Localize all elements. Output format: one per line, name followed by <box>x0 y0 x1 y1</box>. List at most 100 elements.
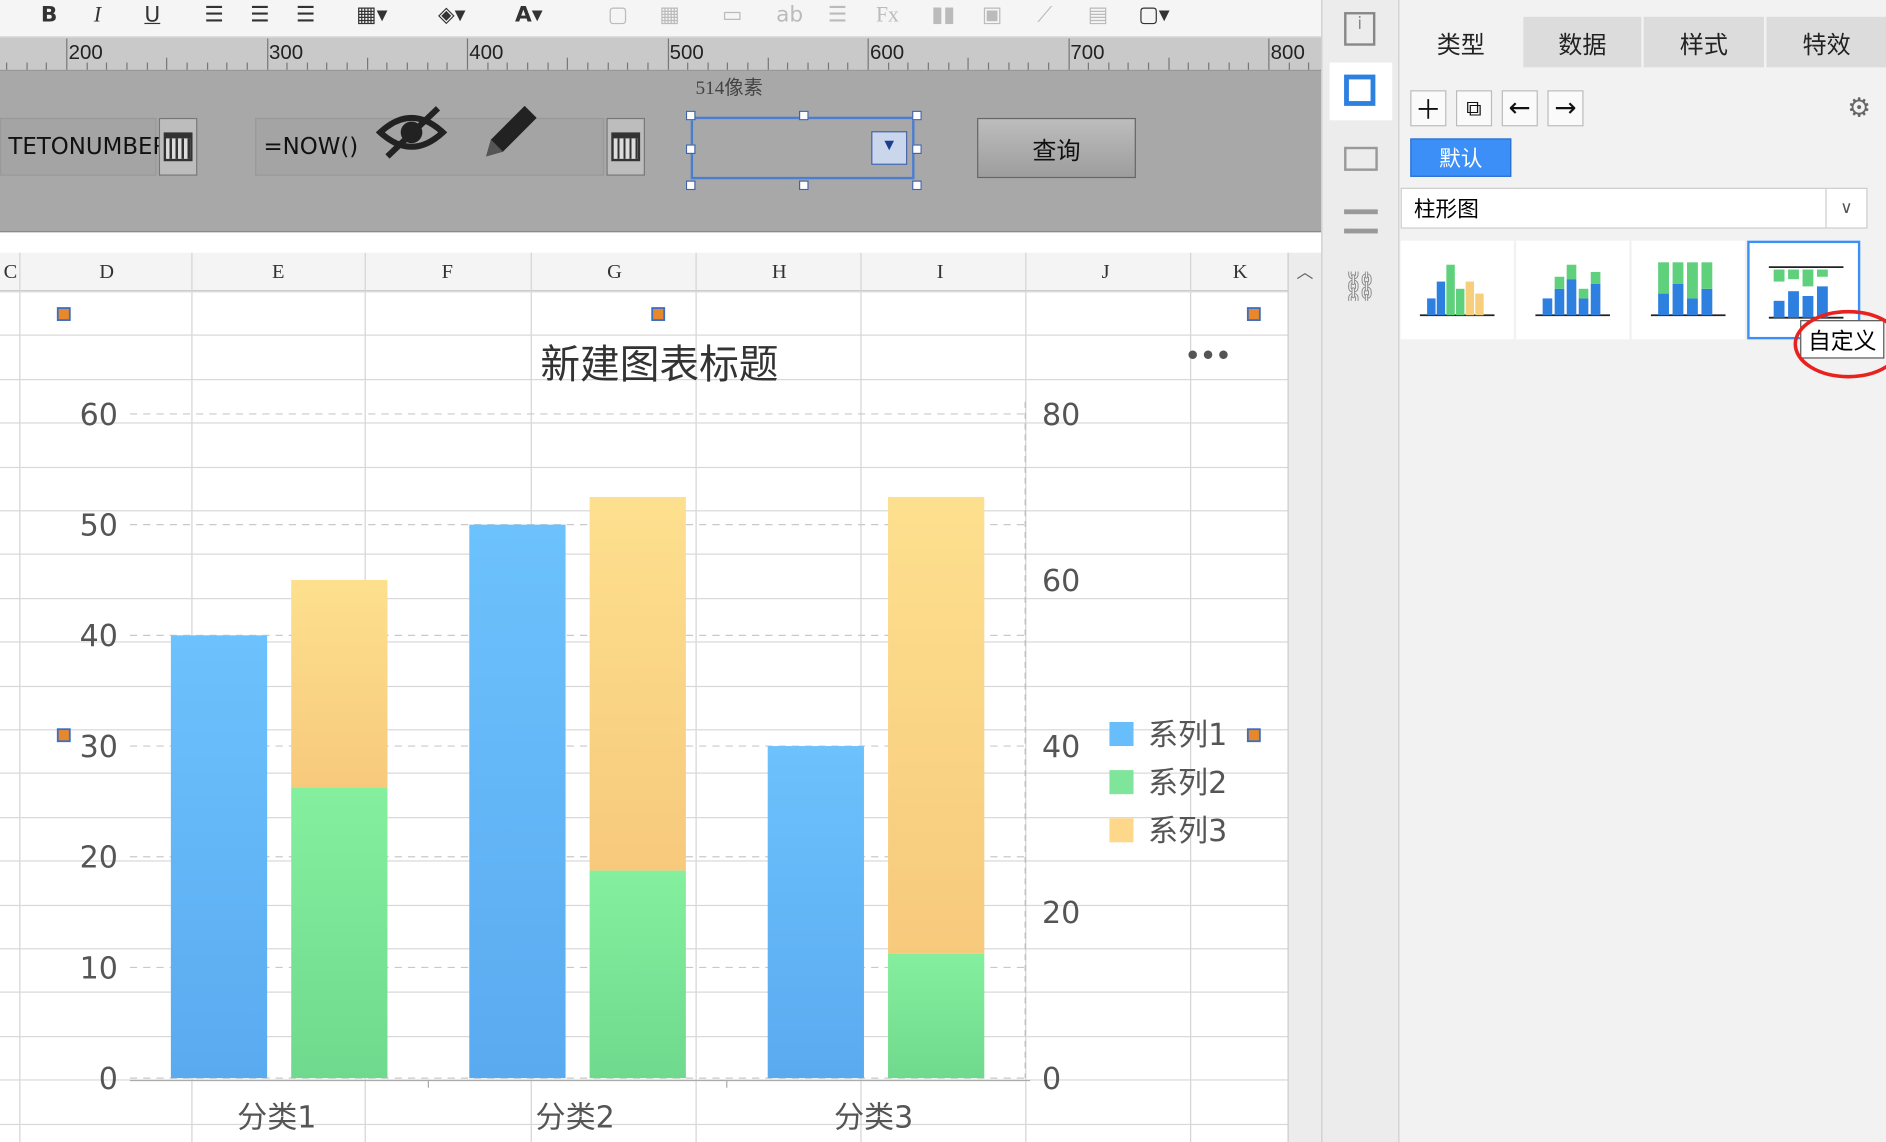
list-icon[interactable]: ☰ <box>828 2 847 31</box>
bar[interactable] <box>469 524 566 1079</box>
tab-style[interactable]: 样式 <box>1643 16 1765 68</box>
underline-icon[interactable]: U <box>144 2 160 31</box>
chart-handle[interactable] <box>651 307 666 321</box>
y-tick-label-left: 40 <box>80 619 118 654</box>
legend-label[interactable]: 系列3 <box>1148 814 1227 849</box>
fill-color-icon[interactable]: ◈▾ <box>438 2 466 31</box>
insert-chart-icon[interactable]: ▮▮ <box>931 2 955 31</box>
chart-type-select[interactable]: 柱形图 ∨ <box>1400 187 1868 229</box>
thumb-bar <box>1816 269 1828 277</box>
column-label: G <box>607 259 622 283</box>
grid-row-line <box>0 291 1288 293</box>
insert-cell-icon[interactable]: ▢ <box>608 2 628 31</box>
formula-icon[interactable]: Fx <box>876 2 899 31</box>
frame-icon[interactable]: ▢▾ <box>1138 2 1169 31</box>
condition-icon[interactable] <box>1344 209 1378 234</box>
default-chart-tag[interactable]: 默认 <box>1410 138 1512 177</box>
bar[interactable] <box>170 635 268 1079</box>
thumb-bar <box>1455 288 1465 316</box>
widget-attr-icon[interactable] <box>1344 146 1378 171</box>
arrow-left-icon[interactable]: ← <box>1501 90 1538 127</box>
ruler-minor-tick <box>827 62 829 70</box>
resize-handle <box>798 110 809 121</box>
align-left-icon[interactable]: ☰ <box>205 2 224 31</box>
insert-image-icon[interactable]: ▣ <box>982 2 1002 31</box>
tab-effects[interactable]: 特效 <box>1766 16 1886 68</box>
gear-icon[interactable]: ⚙ <box>1841 90 1877 126</box>
y-tick-label-right: 0 <box>1042 1062 1061 1097</box>
ruler-minor-tick <box>426 62 428 70</box>
sub-report-icon[interactable]: ▤ <box>1088 2 1108 31</box>
legend-label[interactable]: 系列2 <box>1148 766 1227 801</box>
ruler-minor-tick <box>146 62 148 70</box>
bar[interactable] <box>888 953 985 1079</box>
column-label: H <box>771 259 787 283</box>
column-label: K <box>1232 259 1248 283</box>
pencil-icon[interactable] <box>477 99 544 166</box>
column-label: J <box>1101 259 1110 283</box>
link-icon[interactable]: ⛓ <box>1342 270 1379 304</box>
ruler-minor-tick <box>907 62 909 70</box>
text-widget-icon[interactable]: ab <box>776 2 803 31</box>
vertical-scrollbar[interactable]: ︿ <box>1287 252 1322 1142</box>
ruler-minor-tick <box>1248 62 1250 70</box>
widget-icon[interactable]: ▭ <box>722 2 742 31</box>
ruler-minor-tick <box>1027 62 1030 70</box>
selected-combo-widget[interactable]: ▾ <box>690 116 915 180</box>
align-right-icon[interactable]: ☰ <box>296 2 315 31</box>
chevron-down-icon[interactable]: ∨ <box>1825 188 1866 228</box>
ruler-minor-tick <box>767 57 769 70</box>
ruler-minor-tick <box>26 62 28 70</box>
calendar-icon[interactable] <box>158 117 198 176</box>
ruler-minor-tick <box>166 57 168 70</box>
ruler-minor-tick <box>1087 62 1090 70</box>
y-tick-label-left: 0 <box>99 1062 118 1097</box>
chart-attr-icon[interactable] <box>1344 74 1376 106</box>
cell-attr-icon[interactable]: i <box>1344 12 1376 46</box>
legend-label[interactable]: 系列1 <box>1148 718 1227 753</box>
copy-icon[interactable]: ⧉ <box>1455 90 1493 127</box>
ruler-minor-tick <box>807 62 809 70</box>
bold-icon[interactable]: B <box>41 2 58 31</box>
dropdown-arrow-icon[interactable]: ▾ <box>871 131 908 165</box>
ruler-minor-tick <box>1168 57 1170 70</box>
tab-data[interactable]: 数据 <box>1523 16 1642 68</box>
bar-chart[interactable]: 新建图表标题 ••• 0 10 20 30 40 50 60 0 20 40 60 80 分类1 分类2 分类3… <box>0 294 1288 1142</box>
bar[interactable] <box>291 579 388 788</box>
bar[interactable] <box>589 496 686 871</box>
italic-icon[interactable]: I <box>94 2 101 31</box>
calendar-icon[interactable] <box>606 117 645 176</box>
ruler-major-tick <box>1268 38 1270 70</box>
font-color-icon[interactable]: A▾ <box>515 2 543 31</box>
ruler-minor-tick <box>406 62 408 70</box>
border-icon[interactable]: ▦▾ <box>356 2 387 31</box>
slash-icon[interactable]: ⟋ <box>1037 2 1052 31</box>
scroll-up-icon[interactable]: ︿ <box>1297 260 1314 283</box>
legend-swatch <box>1109 721 1134 747</box>
arrow-right-icon[interactable]: → <box>1547 90 1584 127</box>
align-center-icon[interactable]: ☰ <box>250 2 269 31</box>
bar-chart-thumb[interactable] <box>1400 240 1514 340</box>
chart-handle[interactable] <box>1246 728 1261 743</box>
bar[interactable] <box>767 746 864 1079</box>
query-button[interactable]: 查询 <box>977 117 1136 179</box>
tab-type[interactable]: 类型 <box>1400 16 1521 68</box>
param-field-1[interactable]: TETONUMBER <box>0 117 168 176</box>
y-tick-label-left: 60 <box>80 398 118 433</box>
bar[interactable] <box>291 787 388 1079</box>
ruler-minor-tick <box>987 62 989 70</box>
add-icon[interactable]: ＋ <box>1410 90 1447 127</box>
bar[interactable] <box>888 496 985 954</box>
stacked-bar-thumb[interactable] <box>1516 240 1630 340</box>
chart-handle[interactable] <box>56 728 71 743</box>
percent-bar-thumb[interactable] <box>1631 240 1745 340</box>
ruler-label: 600 <box>869 40 905 64</box>
chart-handle[interactable] <box>1246 307 1261 321</box>
ruler: 200 300 400 500 600 700 800 <box>0 37 1322 71</box>
ellipsis-icon[interactable]: ••• <box>1185 341 1231 369</box>
chart-handle[interactable] <box>56 307 71 321</box>
bar[interactable] <box>589 870 686 1079</box>
insert-table-icon[interactable]: ▦ <box>659 2 679 31</box>
ruler-minor-tick <box>607 62 609 70</box>
eye-hidden-icon[interactable] <box>375 101 448 164</box>
